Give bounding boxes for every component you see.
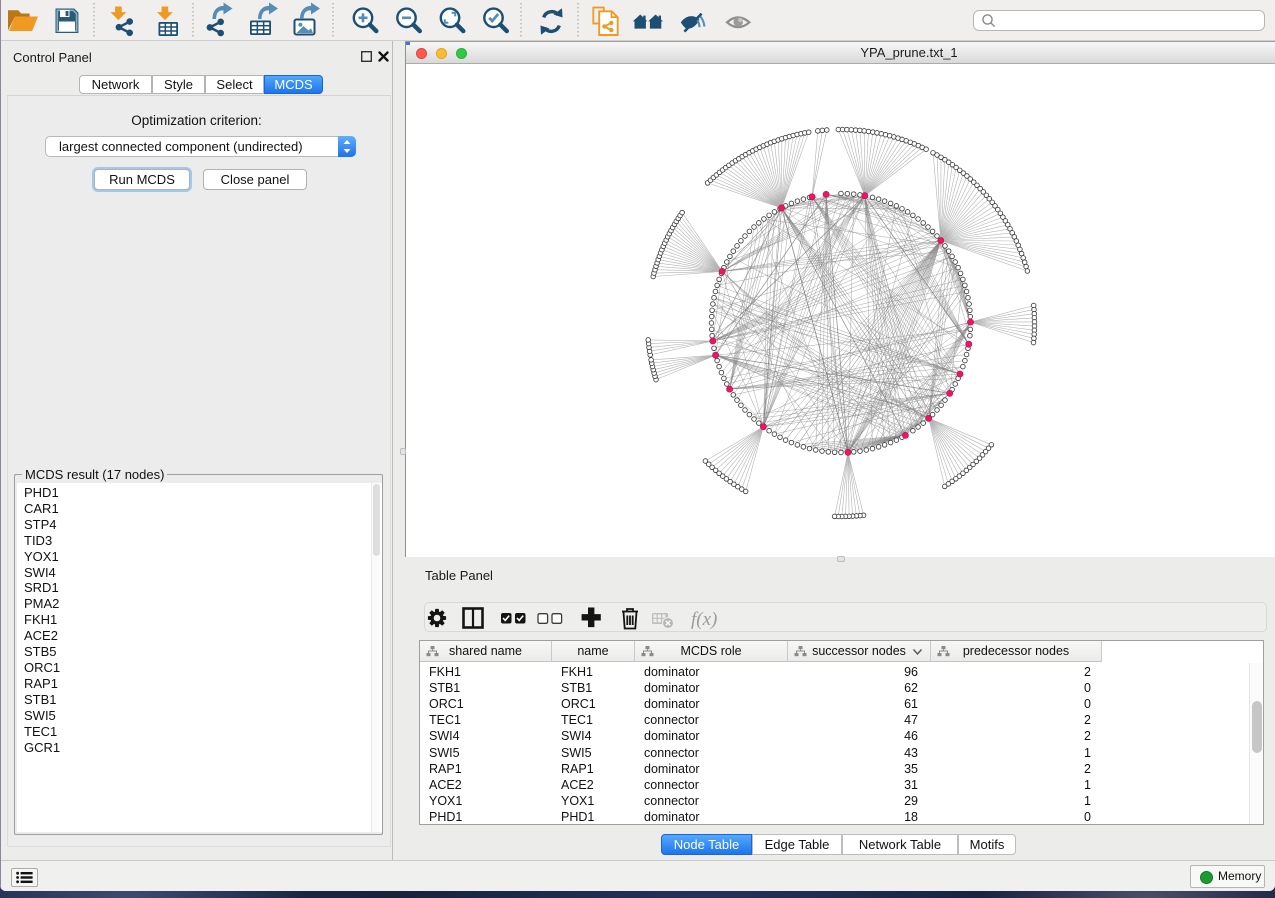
svg-text:f(x): f(x) — [691, 609, 717, 630]
